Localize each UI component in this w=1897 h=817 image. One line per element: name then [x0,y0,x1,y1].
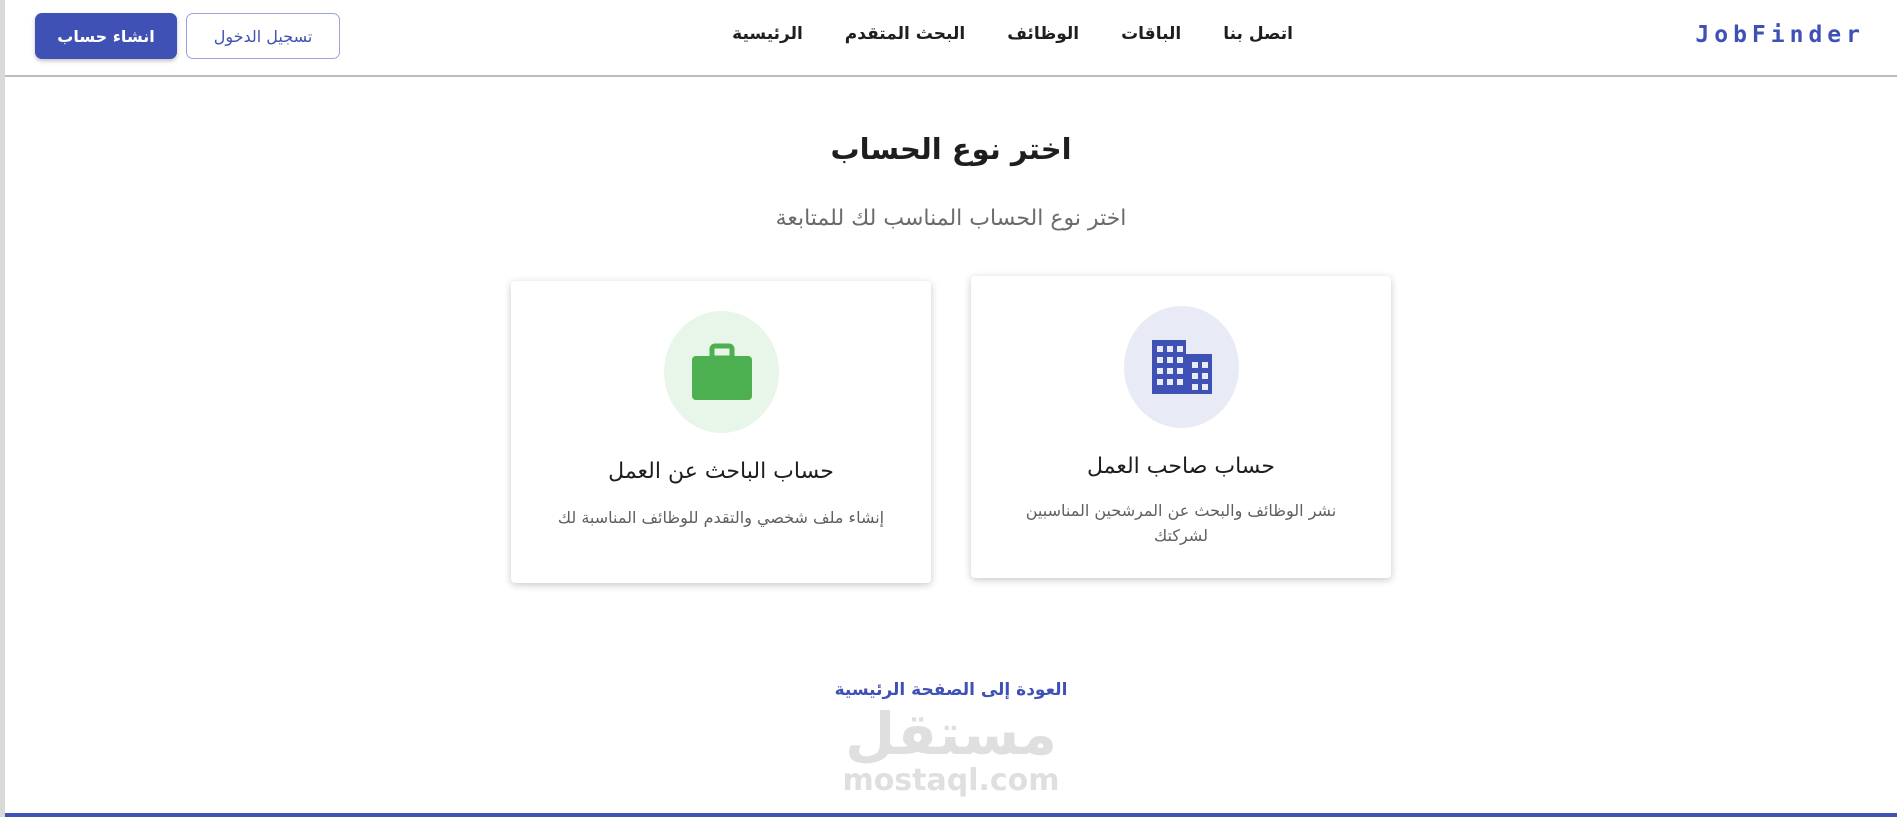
login-button[interactable]: تسجيل الدخول [186,13,340,59]
watermark-latin: mostaql.com [842,763,1060,798]
nav-contact[interactable]: اتصل بنا [1223,24,1293,44]
logo[interactable]: JobFinder [1695,22,1865,48]
bottom-divider [5,813,1897,817]
job-seeker-card[interactable]: حساب الباحث عن العمل إنشاء ملف شخصي والت… [511,281,931,583]
nav-advanced-search[interactable]: البحث المتقدم [845,24,965,44]
nav-jobs[interactable]: الوظائف [1007,24,1079,44]
employer-title: حساب صاحب العمل [1086,454,1276,479]
watermark-logo: مستقل mostaql.com [841,704,1061,804]
job-seeker-title: حساب الباحث عن العمل [608,459,834,484]
watermark-arabic: مستقل [844,700,1058,768]
building-icon [1151,340,1212,394]
back-to-home-link[interactable]: العودة إلى الصفحة الرئيسية [5,680,1897,700]
top-header: JobFinder الرئيسية البحث المتقدم الوظائف… [5,0,1897,77]
signup-button[interactable]: انشاء حساب [35,13,177,59]
employer-icon-circle [1124,306,1239,428]
page: JobFinder الرئيسية البحث المتقدم الوظائف… [0,0,1897,817]
page-title: اختر نوع الحساب [830,132,1072,166]
employer-card[interactable]: حساب صاحب العمل نشر الوظائف والبحث عن ال… [971,276,1391,578]
nav-home[interactable]: الرئيسية [732,24,803,44]
nav-packages[interactable]: الباقات [1121,24,1181,44]
employer-description: نشر الوظائف والبحث عن المرشحين المناسبين… [1025,501,1337,545]
job-seeker-description: إنشاء ملف شخصي والتقدم للوظائف المناسبة … [557,508,885,527]
main-nav: الرئيسية البحث المتقدم الوظائف الباقات ا… [732,24,1293,44]
page-subtitle: اختر نوع الحساب المناسب لك للمتابعة [775,206,1127,231]
briefcase-icon [691,343,752,400]
job-seeker-icon-circle [664,311,779,433]
